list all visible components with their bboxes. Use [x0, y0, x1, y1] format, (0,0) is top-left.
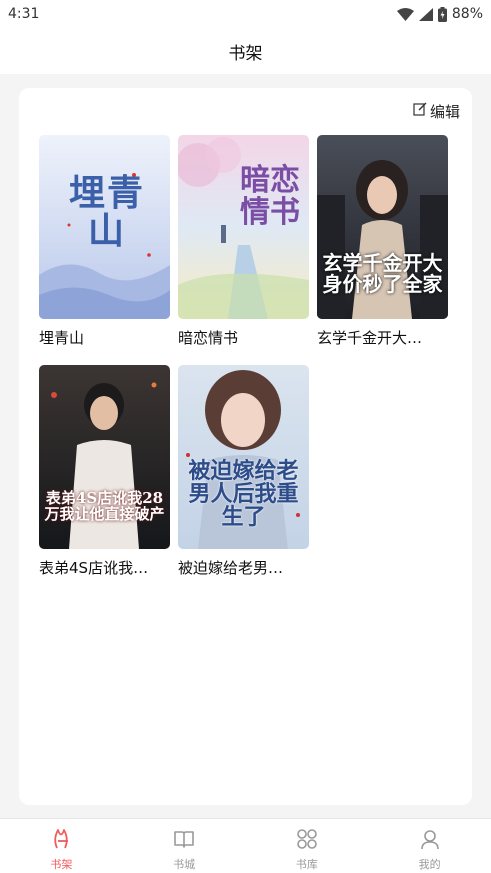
status-time: 4:31: [8, 6, 40, 22]
cover-title-text: 暗恋情书: [240, 163, 300, 230]
user-icon: [418, 827, 442, 854]
cover-title-text: 埋青山: [68, 172, 145, 252]
book-item[interactable]: 表弟4S店讹我28万我让他直接破产 表弟4S店讹我…: [39, 365, 170, 579]
signal-icon: [418, 7, 433, 21]
edit-label: 编辑: [429, 102, 460, 121]
book-title: 埋青山: [39, 329, 85, 347]
cover-title-text: 表弟4S店讹我28万我让他直接破产: [44, 489, 165, 523]
book-grid: 埋青山 埋青山 暗恋情书 暗恋情书 玄学千金开大身价秒了全家 玄学千金开大… 表…: [39, 135, 459, 579]
book-item[interactable]: 埋青山 埋青山: [39, 135, 170, 349]
book-item[interactable]: 暗恋情书 暗恋情书: [178, 135, 309, 349]
cover-title-text: 被迫嫁给老男人后我重生了: [188, 458, 299, 531]
book-cover[interactable]: 表弟4S店讹我28万我让他直接破产: [39, 365, 170, 549]
bottom-tab-bar: 书架 书城 书库 我的: [0, 818, 491, 873]
book-cover[interactable]: 暗恋情书: [178, 135, 309, 319]
battery-icon: [437, 6, 447, 22]
edit-icon: [413, 102, 427, 120]
tab-label: 书库: [295, 858, 318, 871]
tab-label: 我的: [418, 858, 441, 871]
tab-label: 书架: [50, 858, 73, 871]
book-cover[interactable]: 被迫嫁给老男人后我重生了: [178, 365, 309, 549]
status-bar: 4:31 88%: [0, 0, 491, 28]
tab-library[interactable]: 书库: [246, 819, 369, 873]
book-title: 玄学千金开大…: [317, 329, 423, 347]
tab-bookstore[interactable]: 书城: [123, 819, 246, 873]
page-title: 书架: [228, 43, 263, 64]
book-cover[interactable]: 玄学千金开大身价秒了全家: [317, 135, 448, 319]
wifi-icon: [396, 7, 414, 21]
bookshelf-icon: [49, 827, 73, 854]
open-book-icon: [172, 827, 196, 854]
grid-icon: [295, 827, 319, 854]
battery-percent: 88%: [451, 6, 483, 22]
cover-title-text: 玄学千金开大身价秒了全家: [322, 251, 443, 296]
tab-profile[interactable]: 我的: [368, 819, 491, 873]
status-icons: 88%: [396, 6, 483, 22]
book-title: 表弟4S店讹我…: [39, 559, 149, 577]
book-item[interactable]: 玄学千金开大身价秒了全家 玄学千金开大…: [317, 135, 448, 349]
book-cover[interactable]: 埋青山: [39, 135, 170, 319]
book-title: 暗恋情书: [178, 329, 239, 347]
book-title: 被迫嫁给老男…: [178, 559, 284, 577]
page-header: 书架: [0, 28, 491, 74]
book-item[interactable]: 被迫嫁给老男人后我重生了 被迫嫁给老男…: [178, 365, 309, 579]
tab-label: 书城: [173, 858, 196, 871]
tab-bookshelf[interactable]: 书架: [0, 819, 123, 873]
edit-button[interactable]: 编辑: [413, 100, 460, 122]
